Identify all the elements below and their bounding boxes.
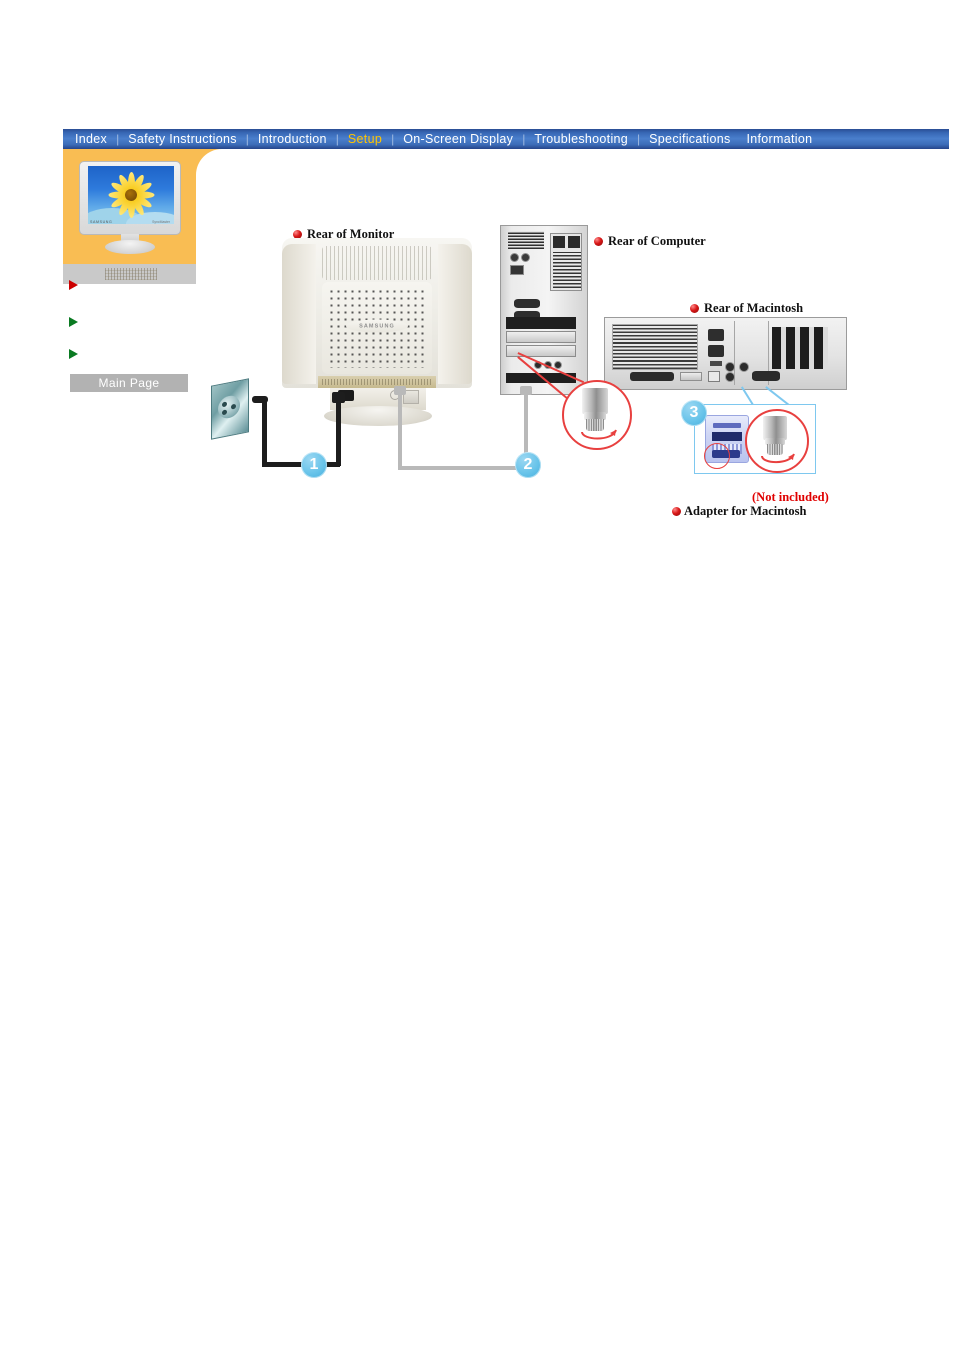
outlet-hole-3: [231, 403, 236, 410]
ps2-port-1: [510, 253, 519, 262]
expansion-slot-cover-2: [506, 345, 576, 357]
not-included-label: (Not included): [752, 490, 829, 504]
pc-connector-magnifier: [562, 380, 632, 450]
rear-of-computer-bullet-icon: [594, 237, 603, 246]
rear-of-macintosh-label: Rear of Macintosh: [704, 301, 804, 315]
step-3-badge: 3: [681, 400, 707, 426]
monitor-connector-strip: [318, 376, 436, 388]
signal-cable-monitor-connector: [394, 386, 406, 395]
signal-cable-seg-down: [398, 394, 402, 470]
macintosh-lower-ports: [612, 362, 780, 385]
rear-of-computer-label: Rear of Computer: [608, 234, 706, 248]
wall-outlet: [211, 378, 259, 440]
psu-opening-right: [568, 236, 580, 248]
macintosh-ethernet-port: [708, 371, 720, 382]
monitor-rear-image: SAMSUNG: [282, 238, 472, 426]
computer-power-supply: [550, 233, 582, 291]
ps2-port-2: [521, 253, 530, 262]
rear-of-macintosh-bullet-icon: [690, 304, 699, 313]
usb-port: [510, 265, 524, 275]
monitor-top-vents: [322, 246, 432, 280]
monitor-logo: SAMSUNG: [346, 319, 408, 333]
setup-connection-diagram: Rear of Monitor Rear of Computer Rear of…: [0, 0, 954, 560]
macintosh-expansion-slots: [772, 327, 828, 369]
magnified-connector-shell: [582, 388, 608, 414]
adapter-label-strip: [712, 432, 742, 441]
psu-opening-left: [553, 236, 565, 248]
monitor-strip-pins: [322, 379, 432, 385]
monitor-rear-panel: SAMSUNG: [322, 282, 432, 374]
computer-rear-image: [500, 225, 588, 395]
step-1-badge: 1: [301, 452, 327, 478]
monitor-side-left: [282, 244, 316, 384]
outlet-hole-1: [222, 401, 227, 408]
macintosh-adb-port-2: [725, 362, 735, 372]
psu-grill: [553, 252, 581, 288]
computer-io-ports: [508, 253, 542, 320]
macintosh-video-port: [752, 371, 780, 381]
serial-port-1: [514, 299, 540, 308]
macintosh-adapter-box: [694, 404, 816, 474]
computer-vent-grid: [508, 231, 544, 249]
magnified-rotation-arrow-icon: [581, 429, 617, 440]
macintosh-scsi-port: [630, 372, 674, 381]
expansion-slot-opening-1: [506, 317, 576, 329]
adapter-connector-magnifier: [745, 409, 809, 473]
macintosh-port-block: [680, 372, 702, 381]
signal-cable-pc-connector: [520, 386, 532, 395]
macintosh-power-switch: [710, 361, 722, 366]
power-cable-monitor-plug: [332, 392, 345, 403]
macintosh-rear-image: [604, 317, 847, 390]
adapter-rotation-arrow-icon: [761, 453, 795, 464]
step-2-badge: 2: [515, 452, 541, 478]
adapter-small-callout-circle: [704, 443, 730, 469]
adapter-for-macintosh-label: Adapter for Macintosh: [684, 504, 807, 518]
expansion-slot-cover-1: [506, 331, 576, 343]
macintosh-power-inlet: [708, 329, 724, 341]
adapter-magnified-shell: [763, 416, 787, 440]
macintosh-serial-port: [739, 362, 749, 372]
macintosh-power-outlet: [708, 345, 724, 357]
signal-cable-seg-horizontal: [398, 466, 528, 470]
adapter-for-macintosh-bullet-icon: [672, 507, 681, 516]
macintosh-vent-grill: [612, 324, 698, 370]
adapter-top-slot: [713, 423, 741, 428]
monitor-side-right: [438, 244, 472, 384]
outlet-hole-2: [222, 409, 227, 416]
power-cable-seg-down-2: [262, 418, 267, 466]
macintosh-adb-port-1: [725, 372, 735, 382]
power-cable-seg-up: [336, 400, 341, 466]
